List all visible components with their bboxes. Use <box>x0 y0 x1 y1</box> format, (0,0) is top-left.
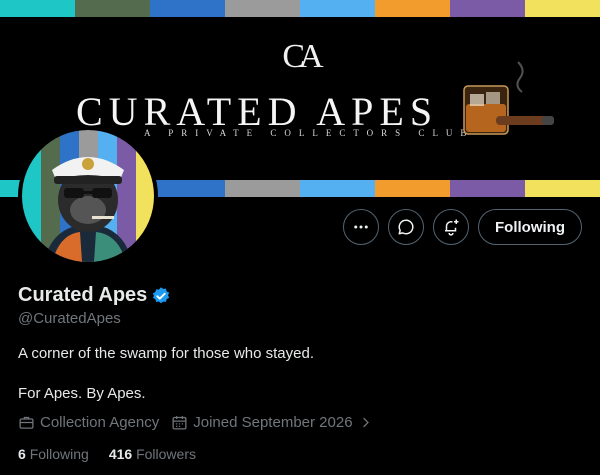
profile-actions: Following <box>343 209 582 245</box>
more-icon <box>354 225 368 229</box>
avatar[interactable] <box>18 126 158 266</box>
user-handle: @CuratedApes <box>18 310 121 327</box>
bio-line-1: A corner of the swamp for those who stay… <box>18 345 314 362</box>
profile-meta: Collection Agency Joined September 2026 <box>18 414 373 431</box>
followers-count: 416 <box>108 446 133 462</box>
briefcase-icon <box>19 416 34 429</box>
message-icon <box>398 219 414 235</box>
banner-subtitle: A PRIVATE COLLECTORS CLUB <box>144 128 475 138</box>
ape-avatar-illustration <box>22 130 154 262</box>
more-button[interactable] <box>343 209 380 245</box>
joined-label: Joined September 2026 <box>193 414 353 431</box>
bell-plus-icon <box>445 219 459 236</box>
following-count: 6 <box>18 446 26 462</box>
following-stat[interactable]: 6 Following <box>18 446 89 462</box>
verified-badge-icon[interactable] <box>151 286 171 306</box>
calendar-icon <box>172 416 187 430</box>
whiskey-cigar-illustration <box>463 61 554 135</box>
profile-bio: A corner of the swamp for those who stay… <box>18 344 314 404</box>
banner-top-stripe <box>0 0 600 17</box>
message-button[interactable] <box>388 209 425 245</box>
followers-stat[interactable]: 416 Followers <box>109 446 196 462</box>
followers-stat-label: Followers <box>136 446 196 462</box>
category-label: Collection Agency <box>40 414 160 431</box>
display-name: Curated Apes <box>18 284 148 306</box>
name-row: Curated Apes <box>18 284 171 307</box>
following-button[interactable]: Following <box>478 209 582 245</box>
following-stat-label: Following <box>29 446 89 462</box>
chevron-right-icon <box>362 417 369 428</box>
category-item: Collection Agency <box>18 414 159 431</box>
notify-button[interactable] <box>433 209 470 245</box>
bio-line-2: For Apes. By Apes. <box>18 385 146 402</box>
profile-stats: 6 Following 416 Followers <box>18 446 196 462</box>
joined-item[interactable]: Joined September 2026 <box>171 414 372 431</box>
